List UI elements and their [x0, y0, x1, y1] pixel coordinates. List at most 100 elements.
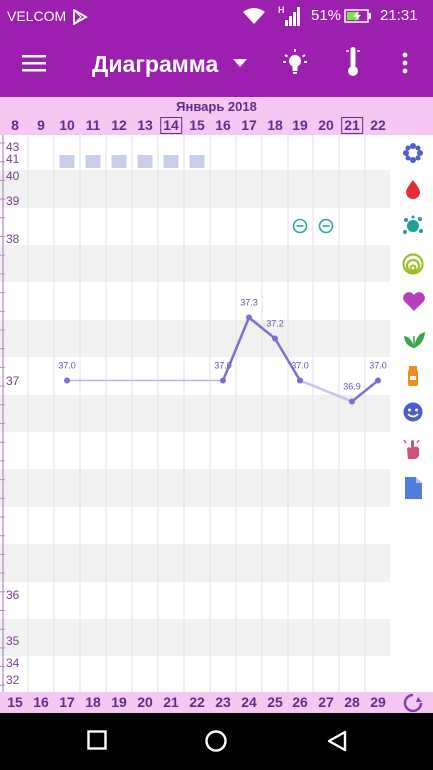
temperature-point[interactable]	[64, 377, 70, 384]
temperature-point-label: 37.0	[369, 361, 387, 371]
temperature-point[interactable]	[220, 377, 226, 384]
temperature-point[interactable]	[297, 377, 303, 384]
day-label: 23	[215, 694, 231, 710]
day-label: 22	[370, 117, 386, 133]
y-axis-label: 38	[6, 232, 20, 246]
lightbulb-icon[interactable]	[282, 47, 308, 77]
grid-band	[0, 395, 390, 432]
play-store-icon	[73, 9, 88, 25]
day-label: 9	[37, 117, 45, 133]
grid-band	[0, 170, 390, 208]
splash-icon[interactable]	[402, 215, 424, 237]
hand-icon[interactable]	[402, 437, 424, 461]
day-label: 18	[85, 694, 101, 710]
temperature-chart[interactable]: 37.0 37.0 37.3 37.2 37.0 36.9 37.0	[0, 135, 433, 692]
pill-bottle-icon[interactable]	[402, 365, 424, 387]
wifi-icon	[243, 8, 265, 24]
temperature-point-label: 37.3	[240, 298, 258, 308]
grid-band	[0, 320, 390, 357]
app-bar: Диаграмма	[0, 31, 433, 97]
day-label: 13	[137, 117, 153, 133]
square-marker[interactable]	[59, 155, 75, 168]
clock: 21:31	[380, 7, 418, 24]
square-marker[interactable]	[85, 155, 101, 168]
day-label: 22	[189, 694, 205, 710]
day-label: 28	[344, 694, 360, 710]
temperature-point[interactable]	[349, 398, 355, 405]
square-marker[interactable]	[137, 155, 153, 168]
day-label: 17	[59, 694, 75, 710]
signal-icon: H	[278, 5, 300, 26]
day-label: 17	[241, 117, 257, 133]
day-label: 16	[215, 117, 231, 133]
back-icon[interactable]	[326, 730, 348, 752]
top-days-row: 8 9 10 11 12 13 14 15 16 17 18 19 20 21 22	[0, 116, 433, 135]
month-label: Январь 2018	[0, 97, 433, 116]
day-label: 27	[318, 694, 334, 710]
day-label: 8	[11, 117, 19, 133]
document-icon[interactable]	[402, 476, 424, 500]
day-label: 14	[160, 117, 182, 134]
y-axis-label: 39	[6, 194, 20, 208]
day-label: 29	[370, 694, 386, 710]
day-label: 18	[267, 117, 283, 133]
y-axis-label: 32	[6, 673, 20, 687]
day-label: 25	[267, 694, 283, 710]
temperature-point[interactable]	[272, 335, 278, 342]
menu-icon[interactable]	[22, 53, 46, 73]
temperature-point-label: 37.0	[214, 361, 232, 371]
home-icon[interactable]	[205, 730, 227, 752]
more-vert-icon[interactable]	[400, 51, 410, 75]
battery-charging-icon	[344, 9, 371, 23]
day-label: 26	[292, 694, 308, 710]
flower-icon[interactable]	[402, 142, 424, 164]
thermometer-icon[interactable]	[344, 45, 362, 79]
y-axis-label: 41	[6, 152, 20, 166]
status-bar: VELCOM H 51% 21:31	[0, 0, 433, 31]
day-label: 19	[111, 694, 127, 710]
grid-band	[0, 245, 390, 282]
day-label: 20	[137, 694, 153, 710]
cycle-icon[interactable]	[402, 693, 424, 713]
temperature-point[interactable]	[246, 314, 252, 321]
temperature-point-label: 37.0	[58, 361, 76, 371]
battery-percent: 51%	[311, 7, 342, 24]
network-type: H	[278, 5, 285, 15]
day-label: 21	[341, 117, 363, 134]
y-axis-label: 34	[6, 656, 20, 670]
grid-band	[0, 619, 390, 656]
spiral-icon[interactable]	[402, 252, 424, 276]
page-title[interactable]: Диаграмма	[92, 51, 218, 78]
day-label: 15	[7, 694, 23, 710]
day-label: 12	[111, 117, 127, 133]
recents-icon[interactable]	[87, 730, 107, 750]
day-label: 16	[33, 694, 49, 710]
y-axis-label: 36	[6, 588, 20, 602]
day-label: 24	[241, 694, 257, 710]
heart-icon[interactable]	[402, 292, 426, 312]
temperature-point-label: 37.2	[266, 319, 284, 329]
grid-band	[0, 544, 390, 582]
carrier-name: VELCOM	[7, 8, 67, 24]
grid-band	[0, 469, 390, 507]
day-label: 21	[163, 694, 179, 710]
drop-icon[interactable]	[402, 178, 424, 200]
navigation-bar	[0, 713, 433, 770]
temperature-point-label: 37.0	[291, 361, 309, 371]
day-label: 15	[189, 117, 205, 133]
temperature-point-label: 36.9	[343, 382, 361, 392]
bottom-days-row: 15 16 17 18 19 20 21 22 23 24 25 26 27 28 29	[0, 692, 433, 713]
y-axis-label: 35	[6, 634, 20, 648]
leaf-icon[interactable]	[402, 328, 426, 350]
day-label: 11	[85, 117, 101, 133]
temperature-point[interactable]	[375, 377, 381, 384]
y-axis-label: 37	[6, 374, 20, 388]
square-marker[interactable]	[163, 155, 179, 168]
dropdown-caret-icon[interactable]	[233, 59, 247, 68]
square-marker[interactable]	[189, 155, 205, 168]
day-label: 10	[59, 117, 75, 133]
day-label: 20	[318, 117, 334, 133]
y-axis-label: 40	[6, 169, 20, 183]
square-marker[interactable]	[111, 155, 127, 168]
smiley-icon[interactable]	[402, 401, 424, 423]
